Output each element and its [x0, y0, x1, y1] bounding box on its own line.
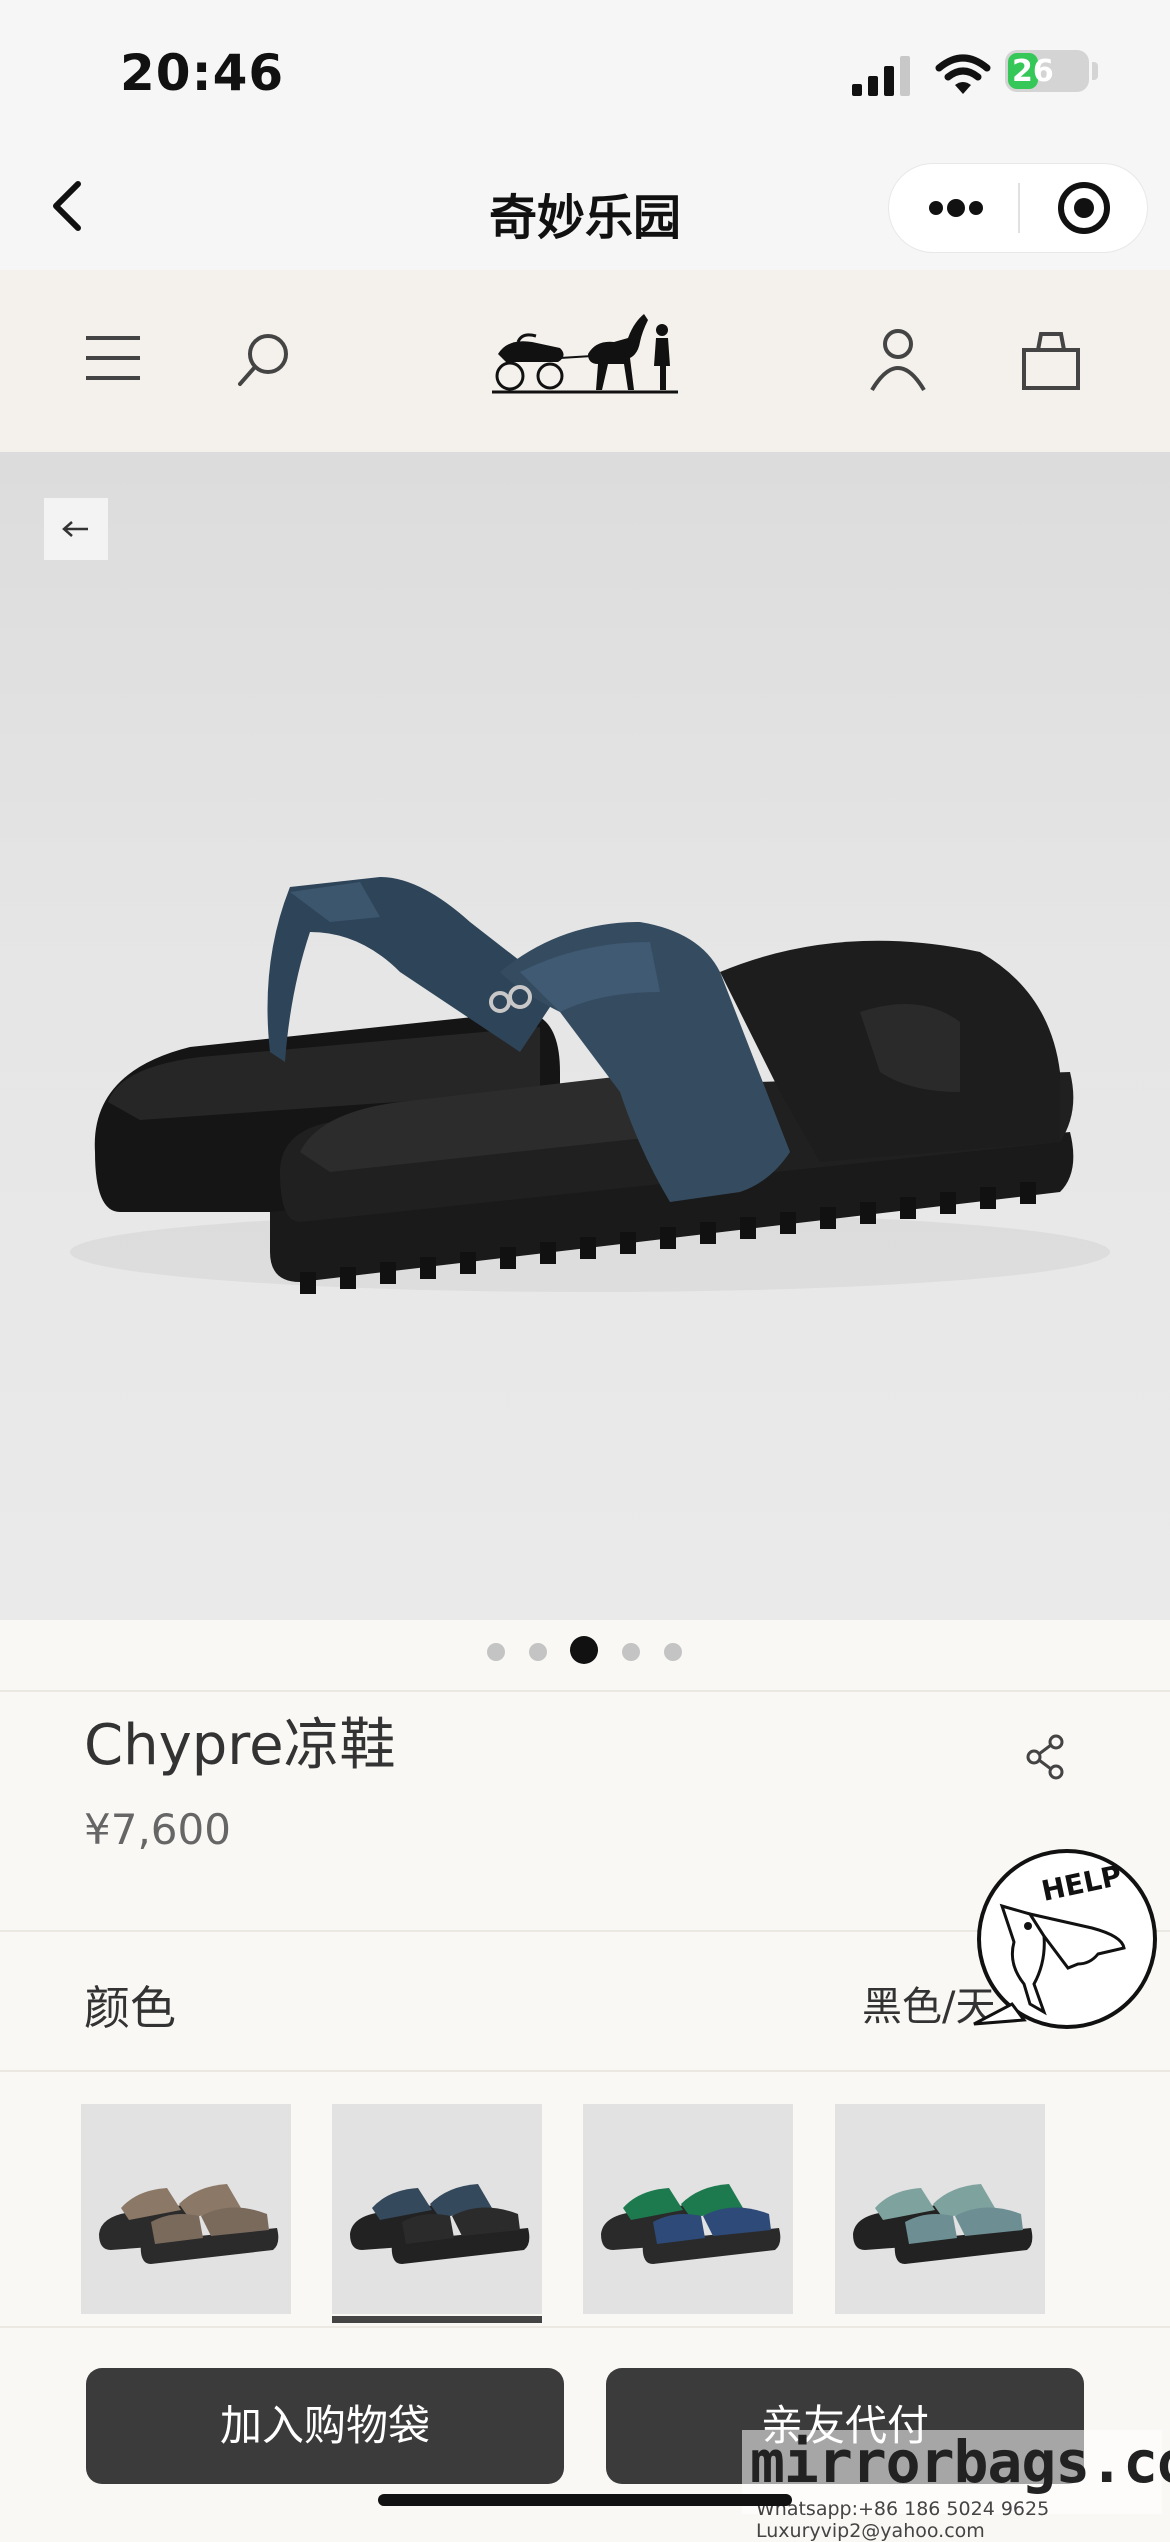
product-price: ¥7,600	[84, 1805, 231, 1854]
help-chat-badge[interactable]: HELP	[972, 1844, 1162, 2034]
hamburger-menu-icon[interactable]	[80, 330, 146, 386]
watermark-site: mirrorbags.com	[750, 2428, 1170, 2496]
section-divider	[0, 1690, 1170, 1692]
brand-carriage-logo	[492, 314, 678, 394]
swatch-sandal-icon	[835, 2104, 1045, 2314]
swatch-sandal-icon	[332, 2104, 542, 2314]
swatch-sandal-icon	[81, 2104, 291, 2314]
account-icon[interactable]	[868, 326, 928, 392]
close-mini-program-icon[interactable]	[1030, 170, 1140, 246]
swatch-sandal-icon	[583, 2104, 793, 2314]
shopping-bag-icon[interactable]	[1018, 326, 1084, 392]
capsule-divider	[1018, 183, 1020, 233]
wifi-icon	[935, 54, 991, 94]
color-swatch-sage-teal[interactable]	[835, 2104, 1045, 2314]
sandal-product-illustration	[70, 877, 1110, 1294]
color-swatch-navy-black[interactable]	[332, 2104, 542, 2314]
battery-nub	[1092, 62, 1098, 80]
section-divider	[0, 2070, 1170, 2072]
color-swatch-green-blue[interactable]	[583, 2104, 793, 2314]
carousel-dot-5[interactable]	[664, 1643, 682, 1661]
home-indicator	[378, 2494, 792, 2506]
carousel-dot-1[interactable]	[487, 1643, 505, 1661]
product-image[interactable]	[0, 452, 1170, 1620]
watermark-contact: Whatsapp:+86 186 5024 9625 Luxuryvip2@ya…	[756, 2498, 1050, 2542]
carousel-dot-2[interactable]	[529, 1643, 547, 1661]
color-swatch-taupe[interactable]	[81, 2104, 291, 2314]
more-dots-icon[interactable]	[900, 170, 1010, 246]
battery-percentage: 26	[1012, 54, 1054, 89]
image-back-arrow-icon[interactable]	[44, 498, 108, 560]
search-icon[interactable]	[232, 328, 296, 392]
carousel-dot-4[interactable]	[622, 1643, 640, 1661]
status-time: 20:46	[120, 44, 285, 102]
product-name: Chypre凉鞋	[84, 1713, 396, 1778]
color-label: 颜色	[84, 1981, 176, 2035]
share-icon[interactable]	[1024, 1733, 1068, 1781]
cellular-signal-icon	[852, 56, 910, 96]
selected-swatch-underline	[332, 2316, 542, 2323]
add-to-bag-button[interactable]: 加入购物袋	[86, 2368, 564, 2484]
carousel-dot-3-active[interactable]	[570, 1636, 598, 1664]
